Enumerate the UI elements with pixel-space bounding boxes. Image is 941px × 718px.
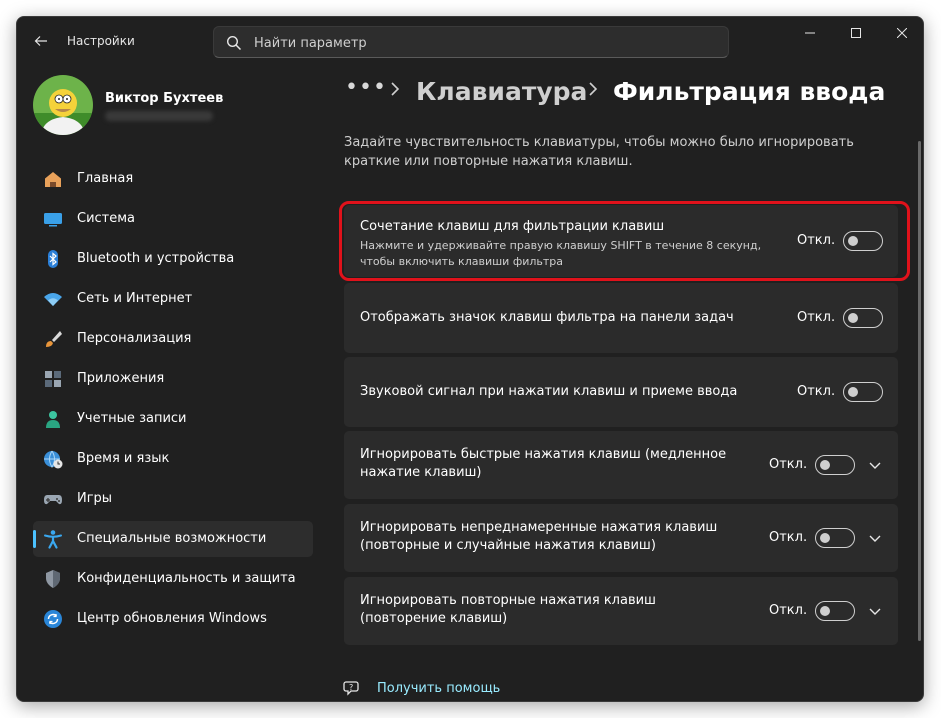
sidebar-item-system[interactable]: Система (33, 201, 313, 237)
slow-keys-toggle[interactable] (815, 455, 855, 475)
sidebar-nav: Главная Система Bluetooth и устройства С… (33, 161, 313, 641)
wifi-icon (44, 293, 62, 306)
sync-icon (44, 610, 62, 628)
chevron-right-icon (589, 82, 598, 96)
sidebar-item-privacy[interactable]: Конфиденциальность и защита (33, 561, 313, 597)
sidebar-item-network[interactable]: Сеть и Интернет (33, 281, 313, 317)
maximize-button[interactable] (833, 17, 879, 49)
sidebar-item-apps[interactable]: Приложения (33, 361, 313, 397)
setting-card-bounce-keys[interactable]: Игнорировать непреднамеренные нажатия кл… (344, 504, 898, 572)
sidebar-item-label: Конфиденциальность и защита (77, 571, 296, 586)
get-help-link[interactable]: ? (343, 679, 361, 697)
apps-icon (45, 371, 61, 387)
sidebar-item-label: Bluetooth и устройства (77, 251, 235, 266)
setting-title: Игнорировать быстрые нажатия клавиш (мед… (360, 447, 727, 480)
accessibility-icon (44, 530, 62, 549)
avatar[interactable] (33, 75, 93, 135)
sidebar-item-windows-update[interactable]: Центр обновления Windows (33, 601, 313, 637)
sidebar-item-accounts[interactable]: Учетные записи (33, 401, 313, 437)
setting-title: Игнорировать повторные нажатия клавиш (п… (360, 593, 656, 626)
sidebar-item-accessibility[interactable]: Специальные возможности (33, 521, 313, 557)
toggle-knob (820, 533, 830, 543)
title-bar: Настройки (17, 17, 923, 63)
toggle-knob (848, 387, 858, 397)
taskbar-icon-toggle[interactable] (843, 308, 883, 328)
gamepad-icon (44, 495, 62, 505)
sidebar-item-label: Персонализация (77, 331, 192, 346)
toggle-knob (820, 606, 830, 616)
chevron-down-icon[interactable] (867, 603, 883, 619)
breadcrumb-keyboard[interactable]: Клавиатура (416, 77, 587, 106)
toggle-state-label: Откл. (769, 530, 808, 545)
close-button[interactable] (879, 17, 923, 49)
setting-card-slow-keys[interactable]: Игнорировать быстрые нажатия клавиш (мед… (344, 431, 898, 499)
person-icon (46, 411, 60, 428)
sidebar-item-label: Игры (77, 491, 113, 506)
chevron-right-icon (391, 82, 400, 96)
chevron-down-icon[interactable] (867, 457, 883, 473)
sidebar-item-personalization[interactable]: Персонализация (33, 321, 313, 357)
monitor-icon (44, 213, 62, 227)
red-highlight-frame (339, 201, 910, 281)
breadcrumb-more-button[interactable]: ••• (345, 75, 387, 100)
globe-clock-icon (44, 450, 63, 469)
setting-card-taskbar-icon: Отображать значок клавиш фильтра на пане… (344, 283, 898, 353)
maximize-icon (851, 28, 861, 38)
page-description: Задайте чувствительность клавиатуры, что… (344, 135, 854, 169)
beep-toggle[interactable] (843, 382, 883, 402)
minimize-button[interactable] (787, 17, 833, 49)
minimize-icon (805, 32, 815, 34)
sidebar-item-time-language[interactable]: Время и язык (33, 441, 313, 477)
toggle-state-label: Откл. (769, 603, 808, 618)
home-icon (45, 172, 61, 187)
sidebar-item-label: Главная (77, 171, 134, 186)
bluetooth-icon (48, 250, 58, 268)
sidebar-item-label: Сеть и Интернет (77, 291, 193, 306)
back-arrow-icon (34, 36, 47, 46)
sidebar-item-label: Время и язык (77, 451, 170, 466)
back-button[interactable] (27, 29, 55, 53)
brush-icon (46, 331, 62, 347)
toggle-state-label: Откл. (797, 384, 836, 399)
sidebar-item-gaming[interactable]: Игры (33, 481, 313, 517)
scrollbar[interactable] (918, 141, 921, 641)
shield-icon (46, 570, 60, 588)
toggle-state-label: Откл. (797, 310, 836, 325)
page-title: Фильтрация ввода (613, 77, 886, 106)
close-icon (897, 28, 907, 38)
repeat-keys-toggle[interactable] (815, 601, 855, 621)
sidebar-item-label: Система (77, 211, 136, 226)
setting-title: Звуковой сигнал при нажатии клавиш и при… (360, 384, 738, 399)
user-name: Виктор Бухтеев (105, 91, 224, 106)
sidebar-item-label: Специальные возможности (77, 531, 267, 546)
help-chat-icon: ? (343, 681, 359, 696)
setting-card-repeat-keys[interactable]: Игнорировать повторные нажатия клавиш (п… (344, 577, 898, 645)
sidebar-item-bluetooth[interactable]: Bluetooth и устройства (33, 241, 313, 277)
sidebar-item-label: Приложения (77, 371, 165, 386)
settings-window: Настройки Виктор Бухтеев (16, 16, 924, 702)
get-help-label[interactable]: Получить помощь (377, 681, 500, 696)
setting-card-beep: Звуковой сигнал при нажатии клавиш и при… (344, 357, 898, 427)
toggle-knob (820, 460, 830, 470)
svg-text:?: ? (349, 683, 353, 692)
sidebar-item-home[interactable]: Главная (33, 161, 313, 197)
setting-title: Отображать значок клавиш фильтра на пане… (360, 310, 734, 325)
toggle-knob (848, 313, 858, 323)
sidebar-item-label: Учетные записи (77, 411, 187, 426)
user-avatar-image (33, 75, 93, 135)
search-icon (226, 35, 242, 51)
bounce-keys-toggle[interactable] (815, 528, 855, 548)
toggle-state-label: Откл. (769, 457, 808, 472)
app-title: Настройки (67, 34, 135, 48)
chevron-down-icon[interactable] (867, 530, 883, 546)
sidebar-item-label: Центр обновления Windows (77, 611, 267, 626)
search-box[interactable] (213, 26, 729, 58)
search-input[interactable] (254, 33, 714, 53)
user-email-blurred (105, 111, 213, 121)
setting-title: Игнорировать непреднамеренные нажатия кл… (360, 520, 718, 553)
